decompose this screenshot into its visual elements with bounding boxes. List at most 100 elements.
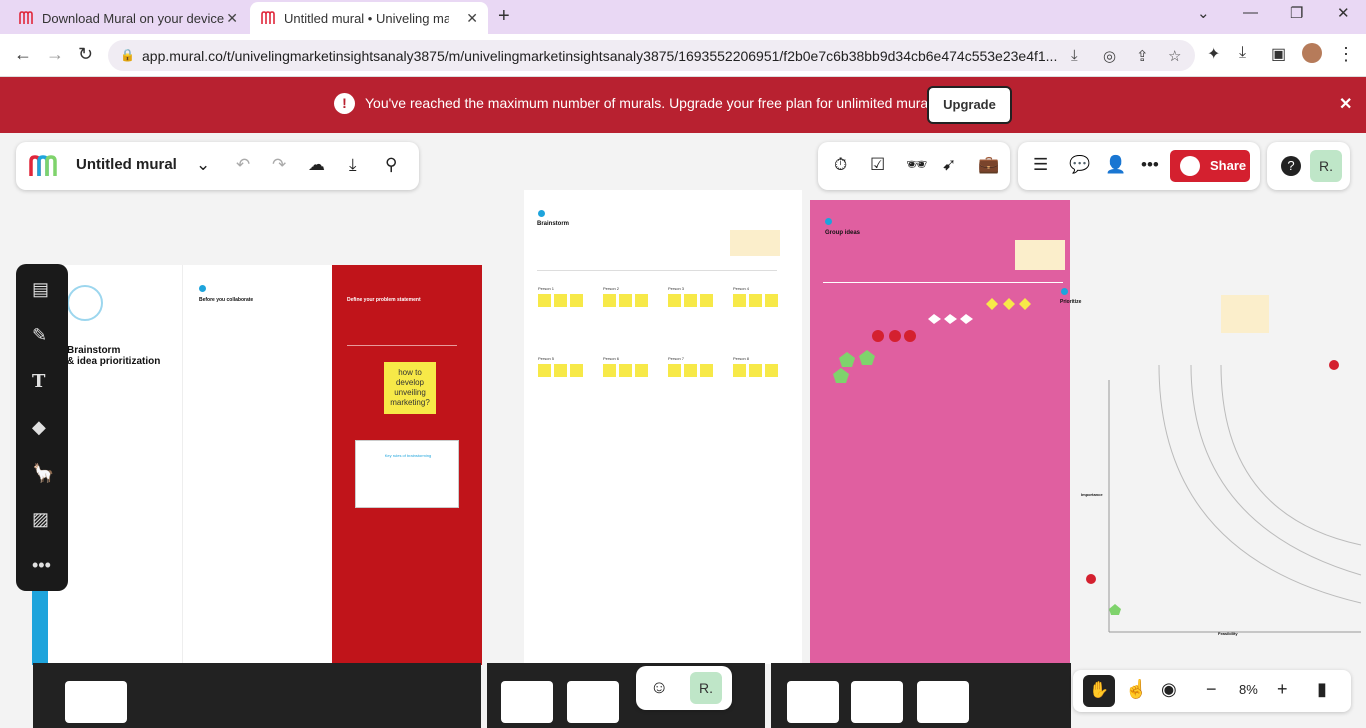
divider [823,282,1063,283]
sticky-note[interactable] [554,364,567,377]
tab-search-icon[interactable]: ⌄ [1197,4,1210,22]
step-marker [199,285,206,292]
side-panel-icon[interactable]: ▣ [1271,44,1286,64]
summon-icon[interactable]: ➹ [942,155,956,175]
minimap-icon[interactable]: ▮ [1317,679,1327,700]
sticky-note[interactable] [668,294,681,307]
mural-toolbar: Untitled mural ⌄ ↶ ↷ ☁ ⤓ ⚲ [16,142,419,190]
emoji-icon[interactable]: ☺ [650,677,668,698]
outline-thumbnail[interactable] [917,681,969,723]
outline-thumbnail[interactable] [787,681,839,723]
mural-logo-icon[interactable] [28,154,60,178]
touch-select-icon[interactable]: ☝ [1125,679,1147,700]
sticky-note[interactable] [570,294,583,307]
toolkit-icon[interactable]: 💼 [978,155,999,175]
sticky-note[interactable] [684,294,697,307]
user-avatar[interactable]: R. [1310,150,1342,182]
hand-tool-icon[interactable]: ✋ [1083,675,1115,707]
cloud-saved-icon[interactable]: ☁ [308,155,325,175]
sticky-note[interactable] [749,364,762,377]
sticky-note[interactable] [538,364,551,377]
bottom-avatar[interactable]: R. [690,672,722,704]
reload-icon[interactable]: ↻ [78,44,93,65]
sticky-note[interactable] [700,364,713,377]
sticky-note[interactable] [635,364,648,377]
extensions-icon[interactable]: ✦ [1207,44,1220,64]
menu-dots-icon[interactable]: ⋮ [1337,44,1355,65]
mural-canvas[interactable]: Brainstorm & idea prioritization Before … [0,133,1366,728]
sticky-note[interactable] [570,364,583,377]
outline-icon[interactable]: ☰ [1033,155,1048,175]
zoom-in-icon[interactable]: + [1277,679,1288,700]
restore-icon[interactable]: ❐ [1290,4,1303,22]
share-page-icon[interactable]: ⇪ [1136,47,1149,65]
image-icon[interactable]: ▨ [32,509,49,530]
sticky-note[interactable] [603,294,616,307]
timer-icon[interactable]: ⏱ [834,155,847,175]
tab-untitled-mural[interactable]: Untitled mural • Univeling marke ✕ [250,2,488,34]
share-button[interactable]: Share [1170,150,1250,182]
icons-library-icon[interactable]: 🦙 [32,463,54,484]
sticky-note[interactable] [684,364,697,377]
forward-icon[interactable]: → [46,44,64,65]
shapes-icon[interactable]: ◆ [32,417,46,438]
problem-sticky-note[interactable]: how to develop unveiling marketing? [384,362,436,414]
zoom-out-icon[interactable]: − [1206,679,1217,700]
sticky-note[interactable] [749,294,762,307]
step-marker [825,218,832,225]
text-icon[interactable]: T [32,371,45,392]
chevron-down-icon[interactable]: ⌄ [196,155,210,175]
lock-icon[interactable]: 🔒 [120,48,135,62]
outline-thumbnail[interactable] [65,681,127,723]
more-dots-icon[interactable]: ••• [1141,155,1159,175]
follow-view-icon[interactable]: ◉ [1161,679,1177,700]
install-icon[interactable]: ⤓ [1071,47,1078,64]
sticky-note[interactable] [538,294,551,307]
minimize-icon[interactable]: — [1243,4,1258,21]
zoom-controls: ✋ ☝ ◉ − 8% + ▮ [1073,670,1351,712]
new-tab-icon[interactable]: + [498,5,510,28]
sticky-note[interactable] [733,364,746,377]
templates-icon[interactable]: ▤ [32,279,49,300]
rules-card[interactable]: Key rules of brainstorming [355,440,459,508]
address-bar[interactable]: 🔒 app.mural.co/t/univelingmarketinsights… [108,40,1195,71]
download-icon[interactable]: ⤓ [349,155,357,175]
eye-off-icon[interactable]: ◎ [1103,47,1116,65]
redo-icon[interactable]: ↷ [272,155,286,175]
sticky-note[interactable] [700,294,713,307]
search-icon[interactable]: ⚲ [385,155,397,175]
upgrade-button[interactable]: Upgrade [927,86,1012,124]
sticky-note-icon[interactable]: ✎ [32,325,47,346]
sticky-note[interactable] [554,294,567,307]
sticky-note[interactable] [765,364,778,377]
before-panel: Before you collaborate [182,265,332,665]
profile-avatar[interactable] [1302,43,1322,63]
more-tools-icon[interactable]: ••• [32,555,51,576]
bookmark-star-icon[interactable]: ☆ [1168,47,1181,65]
help-icon[interactable]: ? [1281,156,1301,176]
back-icon[interactable]: ← [14,44,32,65]
sticky-note[interactable] [619,364,632,377]
undo-icon[interactable]: ↶ [236,155,250,175]
members-icon[interactable]: 👤 [1105,155,1126,175]
close-banner-icon[interactable]: ✕ [1339,94,1352,114]
close-window-icon[interactable]: ✕ [1337,4,1350,22]
sticky-note[interactable] [619,294,632,307]
private-mode-icon[interactable]: 🕶 [906,155,928,175]
sticky-note[interactable] [765,294,778,307]
downloads-icon[interactable]: ⤓ [1239,44,1246,62]
comments-icon[interactable]: 💬 [1069,155,1090,175]
tab-download-mural[interactable]: Download Mural on your device ✕ [8,2,248,34]
sticky-note[interactable] [603,364,616,377]
sticky-note[interactable] [733,294,746,307]
voting-icon[interactable]: ☑ [870,155,885,175]
close-tab-icon[interactable]: ✕ [466,10,478,27]
sticky-note[interactable] [668,364,681,377]
outline-thumbnail[interactable] [567,681,619,723]
outline-thumbnail[interactable] [851,681,903,723]
zoom-level[interactable]: 8% [1239,682,1258,697]
mural-title[interactable]: Untitled mural [76,156,177,173]
close-tab-icon[interactable]: ✕ [226,10,238,27]
sticky-note[interactable] [635,294,648,307]
outline-thumbnail[interactable] [501,681,553,723]
